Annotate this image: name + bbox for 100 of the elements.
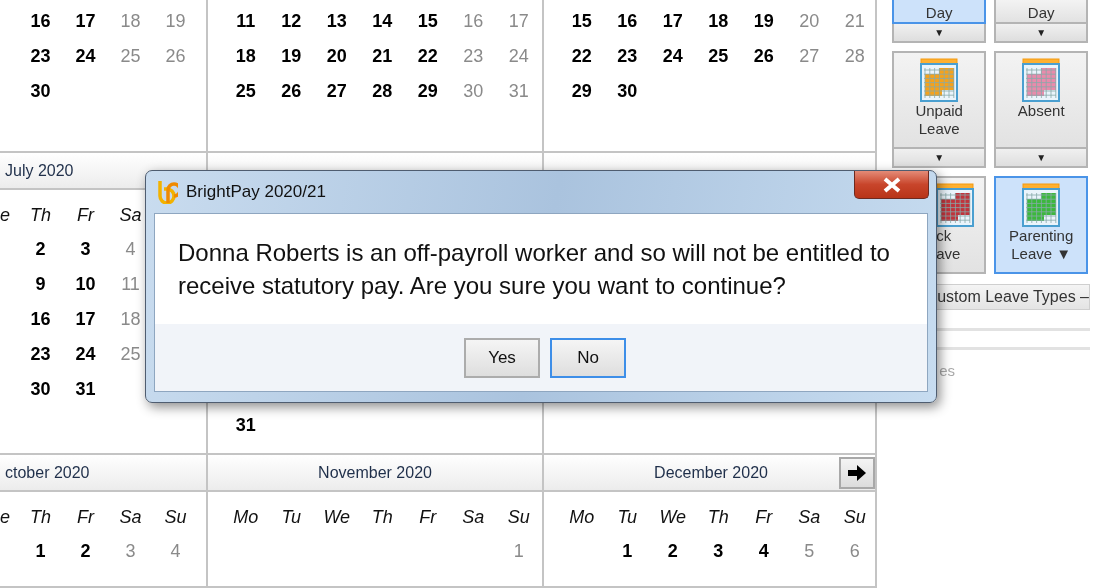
- weekday-label: Sa: [118, 506, 143, 528]
- app-logo-icon: [158, 180, 178, 204]
- weekday-label: Sa: [797, 506, 822, 528]
- calendar-day[interactable]: 10: [63, 274, 108, 295]
- calendar-day[interactable]: 23: [604, 46, 650, 67]
- calendar-day[interactable]: 22: [559, 46, 605, 67]
- calendar-day[interactable]: 28: [359, 81, 405, 102]
- calendar-day[interactable]: 12: [268, 11, 314, 32]
- calendar-day[interactable]: 29: [405, 81, 451, 102]
- calendar-day[interactable]: 25: [223, 81, 269, 102]
- calendar-day[interactable]: 1: [496, 541, 542, 562]
- calendar-day[interactable]: 26: [741, 46, 787, 67]
- weekday-label: Sa: [118, 204, 143, 226]
- calendar-day[interactable]: 30: [18, 81, 63, 102]
- dropdown-button[interactable]: ▼: [892, 24, 987, 43]
- calendar-day[interactable]: 16: [18, 11, 63, 32]
- calendar-day[interactable]: 26: [268, 81, 314, 102]
- calendar-day[interactable]: 9: [18, 274, 63, 295]
- calendar-day[interactable]: 23: [450, 46, 496, 67]
- close-icon: [881, 176, 902, 193]
- calendar-day[interactable]: 2: [63, 541, 108, 562]
- weekday-label: e: [0, 204, 11, 226]
- calendar-day[interactable]: 16: [604, 11, 650, 32]
- calendar-day[interactable]: 25: [695, 46, 741, 67]
- calendar-day[interactable]: 17: [63, 309, 108, 330]
- calendar-day[interactable]: 11: [223, 11, 269, 32]
- calendar-day[interactable]: 19: [268, 46, 314, 67]
- calendar-day[interactable]: 23: [18, 344, 63, 365]
- calendar-day[interactable]: 15: [405, 11, 451, 32]
- leave-type-button[interactable]: Absent: [994, 51, 1089, 149]
- weekday-label: Sa: [461, 506, 486, 528]
- weekday-label: Su: [163, 506, 188, 528]
- calendar-day[interactable]: 28: [832, 46, 876, 67]
- calendar-day[interactable]: 30: [450, 81, 496, 102]
- weekday-label: Th: [706, 506, 730, 528]
- month-title: July 2020: [5, 161, 74, 180]
- calendar-day[interactable]: 22: [405, 46, 451, 67]
- calendar-day[interactable]: 17: [650, 11, 696, 32]
- dialog-button[interactable]: Yes: [464, 337, 540, 378]
- leave-type-button[interactable]: Day: [994, 0, 1089, 24]
- calendar-day[interactable]: 6: [832, 541, 876, 562]
- calendar-day[interactable]: 13: [314, 11, 360, 32]
- month-title: November 2020: [318, 463, 432, 482]
- weekday-label: Su: [506, 506, 531, 528]
- leave-type-button[interactable]: Day: [892, 0, 987, 24]
- weekday-label: Mo: [232, 506, 260, 528]
- weekday-label: Fr: [754, 506, 774, 528]
- calendar-day[interactable]: 31: [223, 415, 269, 436]
- calendar-day[interactable]: 23: [18, 46, 63, 67]
- calendar-day[interactable]: 24: [63, 46, 108, 67]
- calendar-day[interactable]: 1: [604, 541, 650, 562]
- calendar-day[interactable]: 3: [63, 239, 108, 260]
- weekday-label: We: [658, 506, 688, 528]
- weekday-label: Su: [842, 506, 867, 528]
- right-arrow-icon: [847, 465, 867, 481]
- calendar-day[interactable]: 20: [314, 46, 360, 67]
- weekday-label: Th: [29, 506, 52, 528]
- weekday-label: e: [0, 506, 11, 528]
- dropdown-button[interactable]: ▼: [994, 149, 1089, 168]
- calendar-day[interactable]: 18: [223, 46, 269, 67]
- calendar-day[interactable]: 26: [153, 46, 198, 67]
- calendar-day[interactable]: 4: [741, 541, 787, 562]
- calendar-day[interactable]: 18: [695, 11, 741, 32]
- calendar-day[interactable]: 31: [496, 81, 542, 102]
- close-button[interactable]: [854, 171, 929, 199]
- dialog-title: BrightPay 2020/21: [186, 182, 326, 202]
- calendar-day[interactable]: 21: [359, 46, 405, 67]
- calendar-day[interactable]: 29: [559, 81, 605, 102]
- weekday-label: Mo: [568, 506, 596, 528]
- dropdown-button[interactable]: ▼: [892, 149, 987, 168]
- calendar-day[interactable]: 3: [695, 541, 741, 562]
- calendar-day[interactable]: 17: [63, 11, 108, 32]
- calendar-day[interactable]: 3: [108, 541, 153, 562]
- dropdown-button[interactable]: ▼: [994, 24, 1089, 43]
- calendar-day[interactable]: 30: [18, 379, 63, 400]
- calendar-day[interactable]: 2: [650, 541, 696, 562]
- calendar-day[interactable]: 18: [108, 11, 153, 32]
- calendar-day[interactable]: 31: [63, 379, 108, 400]
- calendar-day[interactable]: 21: [832, 11, 876, 32]
- weekday-label: Th: [370, 506, 394, 528]
- calendar-day[interactable]: 24: [650, 46, 696, 67]
- weekday-label: We: [322, 506, 352, 528]
- calendar-day[interactable]: 19: [741, 11, 787, 32]
- weekday-label: Fr: [76, 506, 96, 528]
- calendar-day[interactable]: 16: [18, 309, 63, 330]
- calendar-day[interactable]: 1: [18, 541, 63, 562]
- list-label: es: [938, 362, 957, 379]
- leave-type-button[interactable]: Parenting Leave ▼: [994, 176, 1089, 274]
- calendar-day[interactable]: 27: [314, 81, 360, 102]
- weekday-label: Fr: [418, 506, 438, 528]
- calendar-day[interactable]: 2: [18, 239, 63, 260]
- calendar-day[interactable]: 24: [63, 344, 108, 365]
- dialog-button[interactable]: No: [550, 337, 626, 378]
- next-month-button[interactable]: [839, 457, 875, 489]
- calendar-day[interactable]: 15: [559, 11, 605, 32]
- calendar-day[interactable]: 17: [496, 11, 542, 32]
- leave-type-button[interactable]: Unpaid Leave: [892, 51, 987, 149]
- calendar-day[interactable]: 14: [359, 11, 405, 32]
- calendar-day[interactable]: 30: [604, 81, 650, 102]
- calendar-day[interactable]: 19: [153, 11, 198, 32]
